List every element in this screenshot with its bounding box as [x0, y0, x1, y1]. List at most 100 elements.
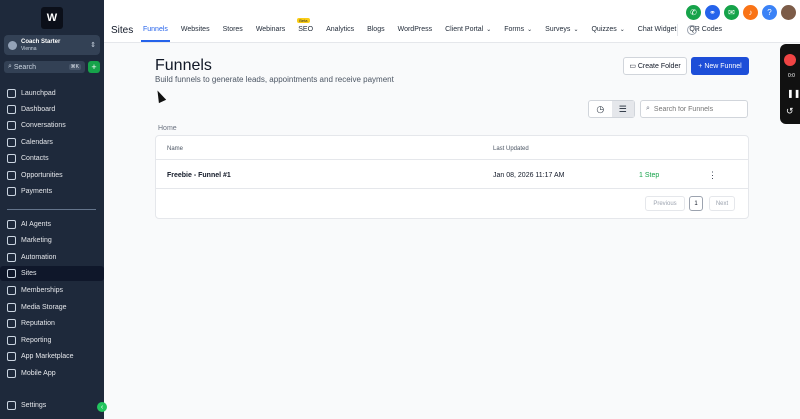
recording-timer: 0:0	[788, 73, 795, 79]
funnel-name-link[interactable]: Freebie - Funnel #1	[167, 172, 231, 179]
tab-label: Funnels	[143, 26, 168, 33]
search-shortcut: ⌘K	[68, 64, 81, 70]
sidebar-item-reputation[interactable]: Reputation	[4, 316, 100, 331]
tab-webinars[interactable]: Webinars	[256, 26, 285, 33]
funnel-search[interactable]: ⌕	[640, 100, 748, 118]
sidebar-item-ai-agents[interactable]: AI Agents	[4, 217, 100, 232]
tab-label: Quizzes	[591, 26, 617, 33]
sidebar-item-app-marketplace[interactable]: App Marketplace	[4, 349, 100, 364]
avatar[interactable]	[781, 5, 796, 20]
gear-icon[interactable]	[687, 25, 697, 35]
megaphone-icon[interactable]: ✉	[724, 5, 739, 20]
tab-funnels[interactable]: Funnels	[141, 26, 170, 42]
sidebar-item-contacts[interactable]: Contacts	[4, 151, 100, 166]
sidebar-item-memberships[interactable]: Memberships	[4, 283, 100, 298]
sidebar-item-launchpad[interactable]: Launchpad	[4, 86, 100, 101]
sidebar-item-label: Marketing	[21, 237, 52, 244]
help-icon[interactable]: ?	[762, 5, 777, 20]
mouse-cursor	[153, 88, 167, 104]
tab-seo[interactable]: Beta SEO	[297, 18, 313, 33]
clock-icon[interactable]: ◷	[589, 101, 612, 117]
new-funnel-button[interactable]: + New Funnel	[691, 57, 749, 75]
sidebar-item-label: Settings	[21, 402, 47, 409]
tab-label: Webinars	[255, 26, 286, 33]
tab-label: Analytics	[326, 26, 355, 33]
star-icon	[7, 319, 16, 328]
sparkle-icon	[7, 220, 16, 229]
tab-label: Surveys	[545, 26, 571, 33]
sidebar-search[interactable]: ⌕ Search ⌘K	[4, 61, 85, 73]
location-icon	[8, 40, 17, 50]
quick-add-button[interactable]: +	[88, 61, 100, 73]
chevron-down-icon: ⌄	[527, 27, 533, 33]
sidebar-item-label: Sites	[21, 270, 37, 277]
brand-logo[interactable]: W	[41, 7, 63, 29]
sidebar: W Coach Starter Vienna ⇕ ⌕ Search ⌘K + L…	[0, 0, 107, 419]
sidebar-item-label: Reporting	[21, 337, 52, 344]
tab-bar: Funnels Websites Stores Webinars Beta SEO…	[141, 18, 735, 42]
sidebar-item-label: Payments	[21, 188, 53, 195]
account-switcher[interactable]: Coach Starter Vienna ⇕	[4, 35, 100, 55]
sidebar-item-settings[interactable]: Settings	[4, 398, 100, 413]
sidebar-item-reporting[interactable]: Reporting	[4, 333, 100, 348]
sidebar-item-automation[interactable]: Automation	[4, 250, 100, 265]
funnel-search-input[interactable]	[653, 105, 739, 113]
pause-icon[interactable]: ❚❚	[787, 89, 800, 98]
tab-forms[interactable]: Forms ⌄	[504, 26, 532, 33]
send-icon	[7, 236, 16, 245]
sidebar-item-media-storage[interactable]: Media Storage	[4, 300, 100, 315]
sidebar-item-opportunities[interactable]: Opportunities	[4, 168, 100, 183]
list-view-icon[interactable]: ☰	[611, 101, 634, 117]
tab-stores[interactable]: Stores	[223, 26, 243, 33]
link-icon[interactable]: ⚭	[705, 5, 720, 20]
sidebar-item-conversations[interactable]: Conversations	[4, 118, 100, 133]
search-icon: ⌕	[646, 105, 650, 112]
tab-quizzes[interactable]: Quizzes ⌄	[591, 26, 624, 33]
tab-wordpress[interactable]: WordPress	[398, 26, 433, 33]
tab-divider	[677, 24, 678, 36]
sidebar-search-placeholder: Search	[13, 63, 37, 71]
sidebar-item-label: Opportunities	[21, 172, 63, 179]
calendar-icon	[7, 138, 16, 147]
breadcrumb[interactable]: Home	[158, 125, 177, 132]
sidebar-item-dashboard[interactable]: Dashboard	[4, 102, 100, 117]
tab-label: WordPress	[397, 26, 433, 33]
tab-websites[interactable]: Websites	[181, 26, 210, 33]
funnel-updated-date: Jan 08, 2026 11:17 AM	[493, 172, 565, 179]
tab-blogs[interactable]: Blogs	[367, 26, 385, 33]
sidebar-divider	[7, 209, 96, 210]
sidebar-item-label: Mobile App	[21, 370, 56, 377]
previous-page-button[interactable]: Previous	[645, 196, 685, 211]
tab-label: Chat Widget	[637, 26, 677, 33]
account-location: Vienna	[21, 45, 37, 52]
funnel-steps-count: 1 Step	[639, 172, 660, 179]
page-number-button[interactable]: 1	[689, 196, 703, 211]
sidebar-item-label: AI Agents	[21, 221, 51, 228]
tab-surveys[interactable]: Surveys ⌄	[545, 26, 578, 33]
sidebar-item-payments[interactable]: Payments	[4, 184, 100, 199]
tab-label: Forms	[504, 26, 525, 33]
create-folder-button[interactable]: ▭ Create Folder	[623, 57, 687, 75]
chevron-down-icon: ⌄	[486, 27, 492, 33]
restart-icon[interactable]: ↺	[786, 106, 794, 117]
payments-icon	[7, 187, 16, 196]
tab-analytics[interactable]: Analytics	[326, 26, 354, 33]
tab-chat-widget[interactable]: Chat Widget	[638, 26, 677, 33]
collapse-sidebar-button[interactable]: ‹	[97, 402, 107, 412]
sidebar-item-sites[interactable]: Sites	[0, 266, 104, 281]
stop-recording-button[interactable]	[784, 54, 796, 66]
tab-client-portal[interactable]: Client Portal ⌄	[445, 26, 491, 33]
sidebar-item-mobile-app[interactable]: Mobile App	[4, 366, 100, 381]
next-page-button[interactable]: Next	[709, 196, 735, 211]
sidebar-item-marketing[interactable]: Marketing	[4, 233, 100, 248]
chart-icon	[7, 336, 16, 345]
row-divider	[156, 188, 748, 189]
notification-icon[interactable]: ♪	[743, 5, 758, 20]
sidebar-item-calendars[interactable]: Calendars	[4, 135, 100, 150]
sidebar-item-label: Conversations	[21, 122, 66, 129]
sidebar-item-label: Dashboard	[21, 106, 56, 113]
phone-icon[interactable]: ✆	[686, 5, 701, 20]
more-options-icon[interactable]: ⋮	[708, 170, 717, 181]
rocket-icon	[7, 89, 16, 98]
chat-icon	[7, 121, 16, 130]
